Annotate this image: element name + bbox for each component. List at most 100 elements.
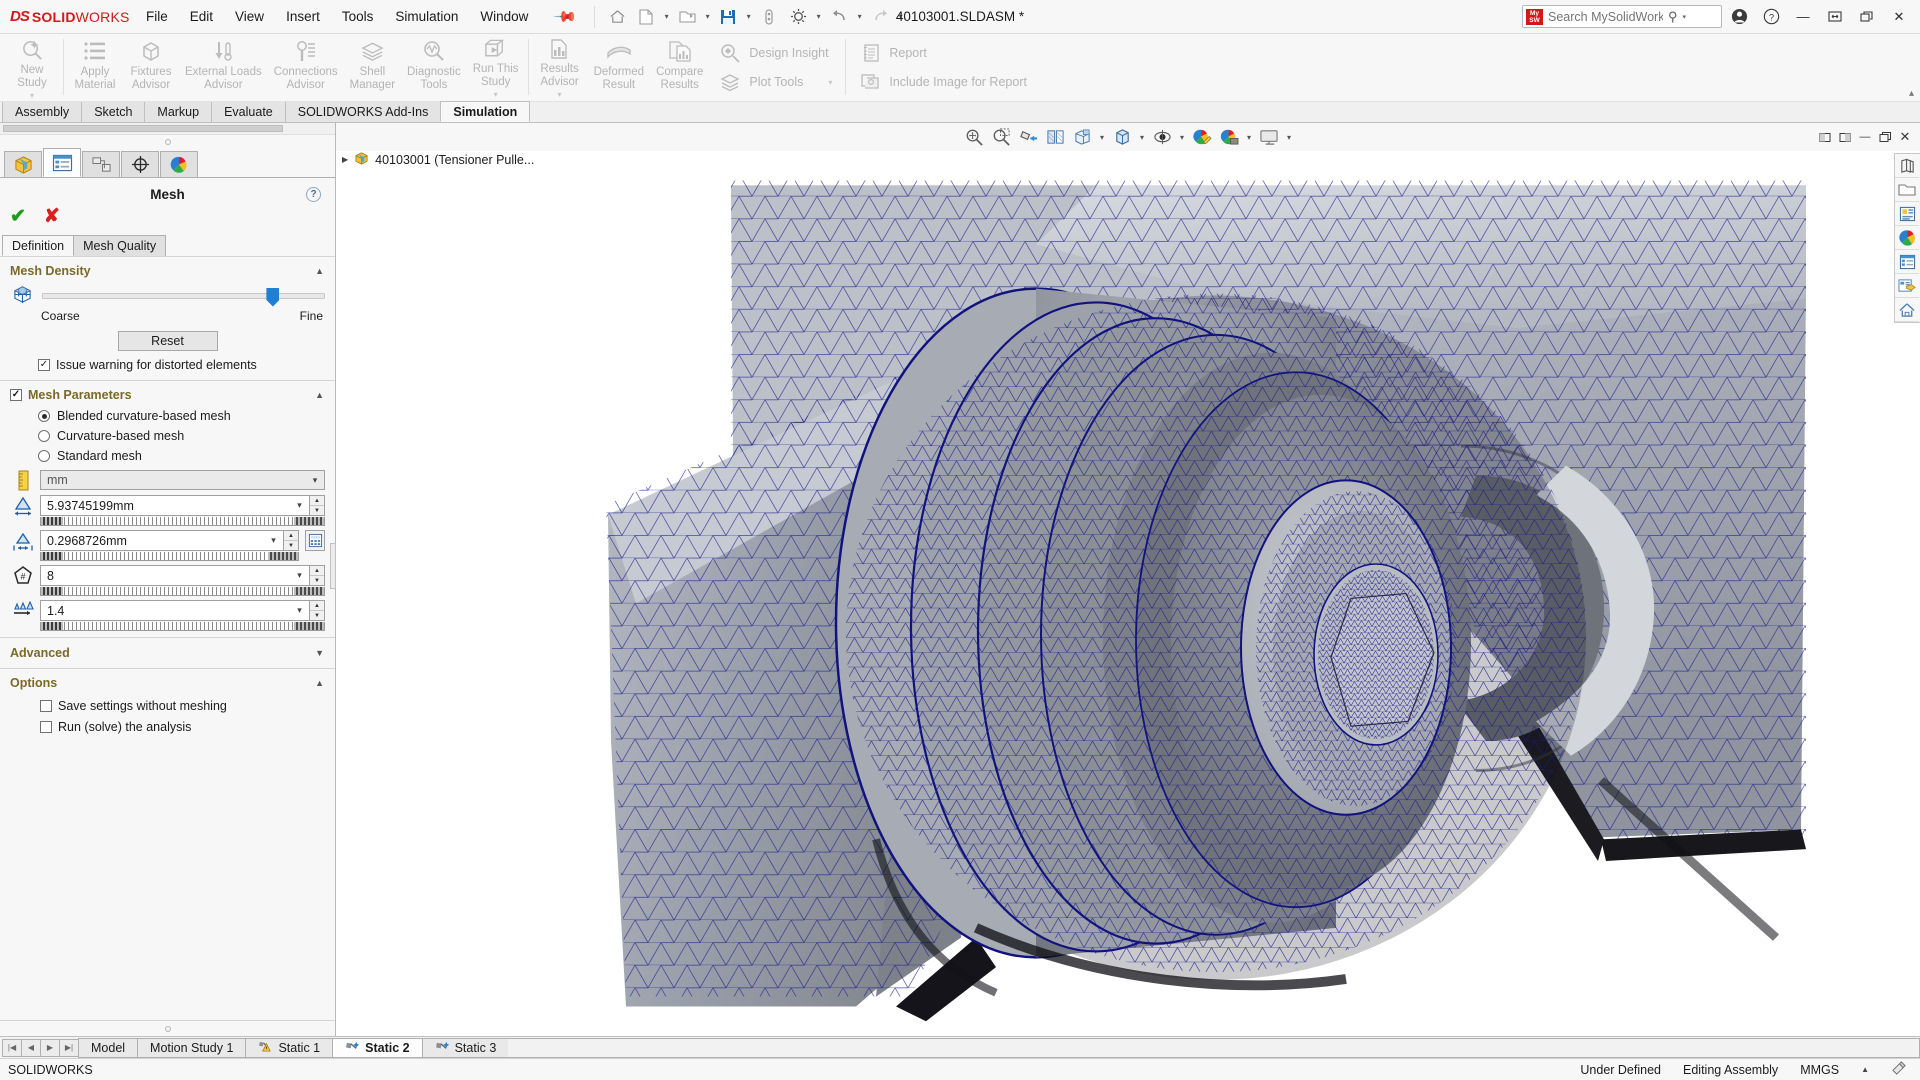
display-pane-icon[interactable] [1895, 154, 1919, 178]
ribbon-results-advisor[interactable]: Results Advisor [532, 34, 588, 101]
home-icon[interactable] [603, 4, 631, 30]
max-element-size-input[interactable]: 5.93745199mm ▾ [40, 495, 310, 516]
property-manager-tab[interactable] [43, 148, 81, 177]
doc-tab-model[interactable]: Model [78, 1037, 139, 1058]
chevron-down-icon[interactable]: ▾ [290, 570, 309, 581]
edit-appearance-icon[interactable] [1189, 125, 1215, 149]
ribbon-apply-material[interactable]: Apply Material [67, 34, 123, 101]
task-pane-icon[interactable] [1895, 274, 1919, 298]
cancel-button[interactable]: ✘ [44, 207, 60, 226]
mesh-density-header[interactable]: Mesh Density ▲ [0, 263, 335, 282]
new-document-icon[interactable] [632, 4, 660, 30]
option-standard-mesh[interactable]: Standard mesh [0, 446, 335, 466]
run-solve-analysis-row[interactable]: Run (solve) the analysis [0, 715, 335, 736]
restore-button[interactable] [1820, 4, 1850, 30]
open-document-icon[interactable] [673, 4, 701, 30]
menu-tools[interactable]: Tools [331, 5, 385, 28]
radio-standard[interactable] [38, 450, 50, 462]
run-solve-checkbox[interactable] [40, 721, 52, 733]
slider-thumb[interactable] [266, 287, 280, 307]
tab-mesh-quality[interactable]: Mesh Quality [73, 235, 167, 256]
search-dropdown-icon[interactable]: ▾ [1683, 13, 1687, 21]
doc-tab-static-2[interactable]: Static 2 [332, 1037, 423, 1058]
maximize-doc-button[interactable] [1876, 127, 1894, 147]
ribbon-connections-advisor[interactable]: Connections Advisor [268, 34, 344, 101]
hide-show-tree-icon[interactable] [1895, 202, 1919, 226]
panel-horizontal-scrollbar[interactable] [0, 123, 335, 135]
menu-file[interactable]: File [135, 5, 179, 28]
chevron-up-icon[interactable]: ▲ [315, 678, 324, 688]
advanced-header[interactable]: Advanced ▼ [0, 645, 335, 661]
ribbon-external-loads-advisor[interactable]: External Loads Advisor [179, 34, 268, 101]
option-curvature-based-mesh[interactable]: Curvature-based mesh [0, 426, 335, 446]
chevron-up-icon[interactable]: ▲ [315, 390, 324, 400]
options-gear-icon[interactable] [784, 4, 812, 30]
home-pane-icon[interactable] [1895, 298, 1919, 322]
collapse-ribbon-icon[interactable]: ▴ [1909, 88, 1914, 99]
options-dropdown[interactable]: ▾ [813, 4, 824, 30]
ribbon-shell-manager[interactable]: Shell Manager [344, 34, 401, 101]
flyout-feature-tree[interactable]: ▶ 40103001 (Tensioner Pulle... [342, 151, 534, 168]
view-settings-dropdown-icon[interactable]: ▾ [1283, 125, 1295, 149]
account-icon[interactable] [1724, 4, 1754, 30]
ribbon-deformed-result[interactable]: Deformed Result [588, 34, 651, 101]
ribbon-report[interactable]: Report [855, 40, 1031, 66]
previous-view-icon[interactable] [1015, 125, 1041, 149]
menu-window[interactable]: Window [469, 5, 539, 28]
collapse-doc-button[interactable] [1836, 127, 1854, 147]
search-input[interactable] [1548, 9, 1663, 24]
menu-view[interactable]: View [224, 5, 275, 28]
save-dropdown[interactable]: ▾ [743, 4, 754, 30]
issue-warning-checkbox-row[interactable]: Issue warning for distorted elements [0, 353, 335, 374]
min-element-size-spinner[interactable]: 0.2968726mm ▾ ▲ ▼ [40, 530, 299, 551]
ribbon-include-image-for-report[interactable]: Include Image for Report [855, 69, 1031, 95]
display-style-dropdown-icon[interactable]: ▾ [1136, 125, 1148, 149]
mesh-parameters-checkbox[interactable] [10, 389, 22, 401]
chevron-down-icon[interactable]: ▾ [290, 500, 309, 511]
panel-splitter-grip[interactable] [0, 135, 335, 148]
ribbon-fixtures-advisor[interactable]: Fixtures Advisor [123, 34, 179, 101]
undo-dropdown[interactable]: ▾ [854, 4, 865, 30]
save-settings-without-meshing-row[interactable]: Save settings without meshing [0, 694, 335, 715]
doc-tab-motion-study-1[interactable]: Motion Study 1 [137, 1037, 247, 1058]
hide-show-items-dropdown-icon[interactable]: ▾ [1176, 125, 1188, 149]
print-icon[interactable] [755, 4, 783, 30]
options-header[interactable]: Options ▲ [0, 675, 335, 694]
units-select[interactable]: mm ▾ [40, 470, 325, 490]
accept-button[interactable]: ✔ [10, 207, 26, 226]
pin-icon[interactable]: 📌 [539, 4, 586, 30]
ribbon-new-study[interactable]: New Study [4, 34, 60, 101]
zoom-to-fit-icon[interactable] [961, 125, 987, 149]
close-button[interactable]: ✕ [1884, 4, 1914, 30]
view-orientation-icon[interactable] [1069, 125, 1095, 149]
ribbon-compare-results[interactable]: Compare Results [650, 34, 709, 101]
search-box[interactable]: MySW ⚲ ▾ [1522, 5, 1722, 28]
chevron-down-icon[interactable]: ▼ [315, 648, 324, 658]
apply-scene-dropdown-icon[interactable]: ▾ [1243, 125, 1255, 149]
hide-show-items-icon[interactable] [1149, 125, 1175, 149]
radio-curvature[interactable] [38, 430, 50, 442]
tab-evaluate[interactable]: Evaluate [211, 101, 286, 122]
chevron-down-icon[interactable]: ▾ [264, 535, 283, 546]
min-elements-in-circle-spinner[interactable]: 8 ▾ ▲ ▼ [40, 565, 325, 586]
growth-ratio-input[interactable]: 1.4 ▾ [40, 600, 310, 621]
tab-assembly[interactable]: Assembly [2, 101, 83, 122]
spinner-arrows[interactable]: ▲ ▼ [284, 530, 299, 551]
chevron-up-icon[interactable]: ▲ [315, 266, 324, 276]
appearances-icon[interactable] [1895, 226, 1919, 250]
apply-scene-icon[interactable] [1216, 125, 1242, 149]
feature-manager-tab[interactable] [4, 151, 42, 177]
save-settings-checkbox[interactable] [40, 700, 52, 712]
min-elements-in-circle-input[interactable]: 8 ▾ [40, 565, 310, 586]
status-units[interactable]: MMGS [1800, 1063, 1839, 1077]
chevron-down-icon[interactable]: ▾ [290, 605, 309, 616]
menu-insert[interactable]: Insert [275, 5, 331, 28]
spinner-arrows[interactable]: ▲ ▼ [310, 495, 325, 516]
open-folder-icon[interactable] [1895, 178, 1919, 202]
ribbon-design-insight[interactable]: Design Insight [715, 40, 836, 66]
max-element-size-spinner[interactable]: 5.93745199mm ▾ ▲ ▼ [40, 495, 325, 516]
redo-icon[interactable] [866, 4, 894, 30]
doc-tab-static-1[interactable]: Static 1 [245, 1037, 334, 1058]
status-units-dropdown-icon[interactable]: ▲ [1861, 1065, 1869, 1074]
display-manager-tab[interactable] [160, 151, 198, 177]
